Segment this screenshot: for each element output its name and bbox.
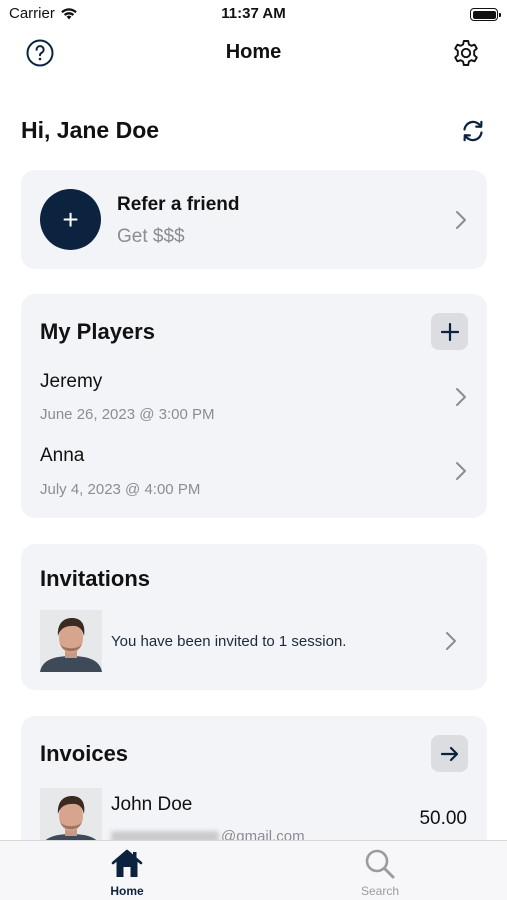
- home-icon: [111, 849, 143, 877]
- refer-friend-card[interactable]: + Refer a friend Get $$$: [21, 170, 487, 269]
- view-invoices-button[interactable]: [431, 735, 468, 772]
- player-name: Jeremy: [40, 371, 103, 392]
- chevron-right-icon: [456, 462, 466, 480]
- tab-bar: Home Search: [0, 840, 507, 900]
- battery-icon: [470, 8, 501, 21]
- tab-search[interactable]: Search: [320, 841, 440, 900]
- invoice-amount: 50.00: [419, 808, 467, 829]
- arrow-right-icon: [440, 746, 458, 761]
- refer-subtitle: Get $$$: [117, 226, 185, 247]
- invoices-title: Invoices: [40, 741, 129, 766]
- player-session-date: July 4, 2023 @ 4:00 PM: [40, 481, 201, 498]
- gear-icon[interactable]: [451, 38, 481, 68]
- chevron-right-icon: [456, 388, 466, 406]
- greeting-heading: Hi, Jane Doe: [21, 117, 160, 143]
- player-session-date: June 26, 2023 @ 3:00 PM: [40, 406, 215, 423]
- chevron-right-icon: [456, 211, 466, 229]
- my-players-card: My Players Jeremy June 26, 2023 @ 3:00 P…: [21, 294, 487, 518]
- status-bar: Carrier 11:37 AM: [0, 0, 507, 28]
- status-time: 11:37 AM: [221, 5, 286, 22]
- invitations-title: Invitations: [40, 566, 151, 591]
- tab-home[interactable]: Home: [67, 841, 187, 900]
- player-name: Anna: [40, 445, 85, 466]
- refresh-icon[interactable]: [460, 118, 486, 144]
- search-icon: [365, 849, 395, 879]
- tab-search-label: Search: [360, 884, 400, 898]
- tab-home-label: Home: [110, 884, 144, 898]
- invoice-client-name: John Doe: [111, 794, 193, 815]
- my-players-title: My Players: [40, 319, 155, 344]
- invitation-message: You have been invited to 1 session.: [111, 633, 347, 650]
- avatar: [40, 610, 102, 672]
- plus-icon: +: [40, 189, 101, 250]
- chevron-right-icon: [446, 632, 456, 650]
- add-player-button[interactable]: [431, 313, 468, 350]
- navigation-bar: Home: [0, 28, 507, 78]
- plus-icon: [440, 322, 459, 341]
- page-title: Home: [225, 41, 282, 63]
- refer-title: Refer a friend: [117, 194, 240, 215]
- invitations-card: Invitations You have been invited to 1 s…: [21, 544, 487, 690]
